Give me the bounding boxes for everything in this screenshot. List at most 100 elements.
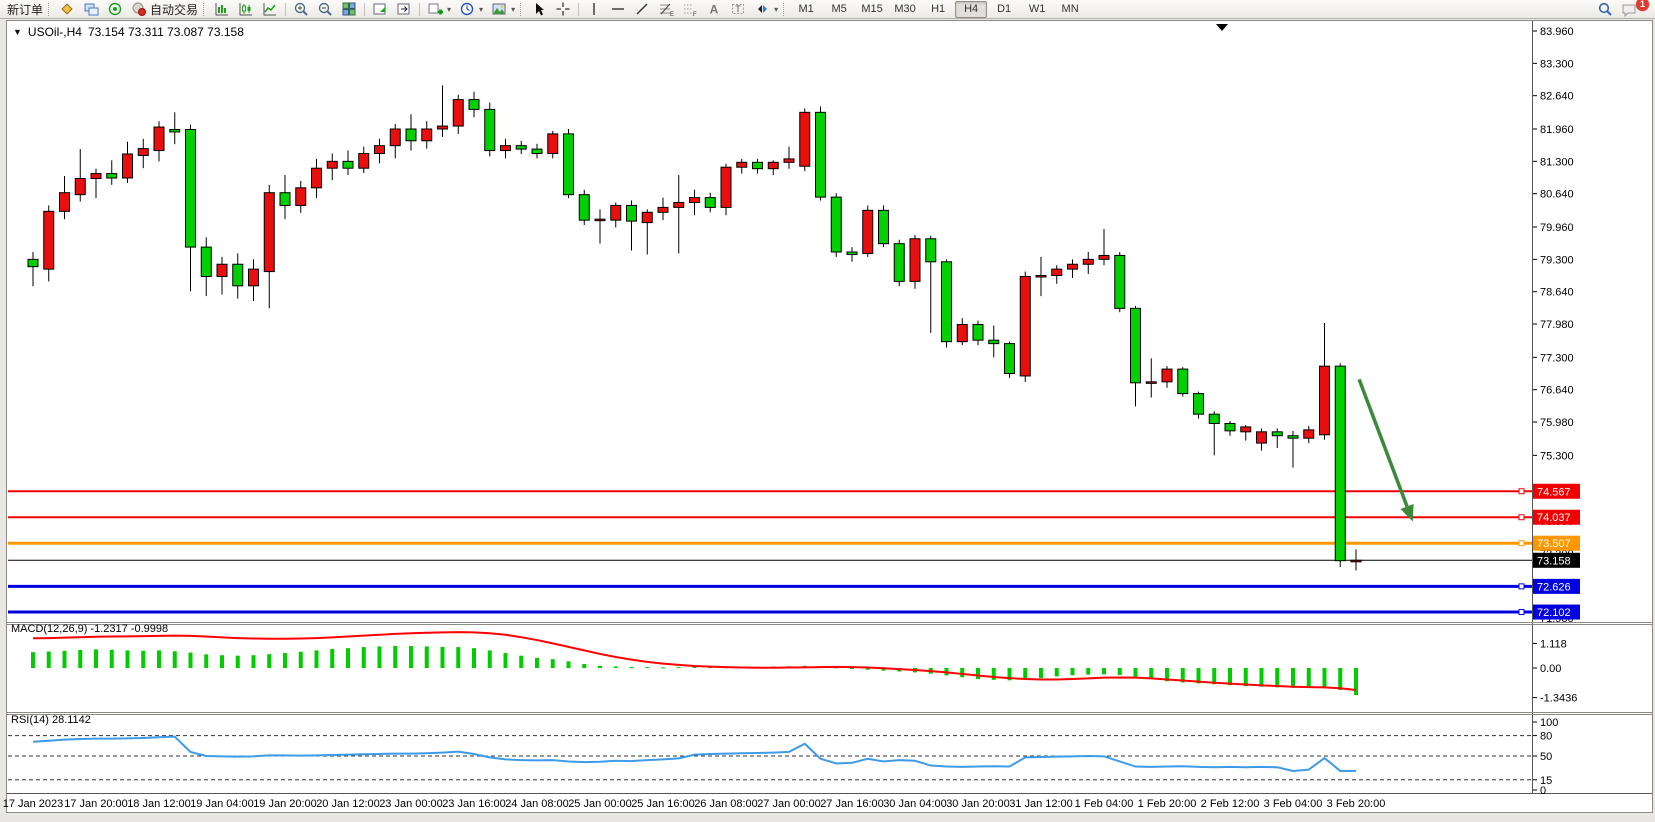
text-label-tool-button[interactable]: T <box>726 1 750 18</box>
crosshair-tool-button[interactable] <box>551 1 575 18</box>
fibonacci-icon: E <box>658 1 674 17</box>
timeframe-D1[interactable]: D1 <box>988 1 1020 18</box>
timeframe-H1[interactable]: H1 <box>922 1 954 18</box>
period-caret[interactable]: ▾ <box>479 5 483 14</box>
svg-text:3 Feb 04:00: 3 Feb 04:00 <box>1264 798 1323 810</box>
svg-text:17 Jan 2023: 17 Jan 2023 <box>3 798 64 810</box>
fibonacci-tool-button[interactable]: E <box>654 1 678 18</box>
vertical-line-tool-button[interactable] <box>582 1 606 18</box>
trendline-tool-button[interactable] <box>630 1 654 18</box>
symbol-dropdown-icon[interactable]: ▼ <box>13 27 22 37</box>
svg-text:24 Jan 08:00: 24 Jan 08:00 <box>505 798 569 810</box>
text-tool-button[interactable]: A <box>702 1 726 18</box>
notification-badge: 1 <box>1636 0 1649 11</box>
svg-text:79.960: 79.960 <box>1540 222 1574 234</box>
candlestick-chart-icon <box>238 1 254 17</box>
toolbar-separator <box>364 3 365 16</box>
price-chart-svg[interactable]: 83.96083.30082.64081.96081.30080.64079.9… <box>0 0 1655 822</box>
toolbar-separator <box>578 3 579 16</box>
zoom-out-button[interactable] <box>313 1 337 18</box>
notifications-button[interactable]: 1 <box>1617 1 1642 18</box>
search-icon <box>1597 1 1613 17</box>
tile-windows-button[interactable] <box>337 1 361 18</box>
rsi-indicator-label: RSI(14) 28.1142 <box>11 714 91 726</box>
svg-text:-1.3436: -1.3436 <box>1540 693 1577 705</box>
add-indicator-caret[interactable]: ▾ <box>447 5 451 14</box>
market-watch-button[interactable] <box>103 1 127 18</box>
template-caret[interactable]: ▾ <box>511 5 515 14</box>
svg-text:77.300: 77.300 <box>1540 352 1574 364</box>
toolbar: 新订单 自动交易 <box>0 0 1655 19</box>
svg-text:75.300: 75.300 <box>1540 450 1574 462</box>
candlestick-mode-button[interactable] <box>234 1 258 18</box>
profile-button[interactable] <box>55 1 79 18</box>
svg-text:81.960: 81.960 <box>1540 124 1574 136</box>
timeframe-M30[interactable]: M30 <box>889 1 921 18</box>
svg-text:2 Feb 12:00: 2 Feb 12:00 <box>1201 798 1260 810</box>
arrows-caret[interactable]: ▾ <box>774 5 778 14</box>
search-button[interactable] <box>1593 1 1617 18</box>
new-order-button[interactable]: 新订单 <box>3 1 47 18</box>
clock-icon <box>459 1 475 17</box>
text-tool-icon: A <box>706 1 722 17</box>
fibonacci-fan-tool-button[interactable]: F <box>678 1 702 18</box>
timeframe-M5[interactable]: M5 <box>823 1 855 18</box>
toolbar-grip <box>783 3 787 16</box>
timeframe-MN[interactable]: MN <box>1054 1 1086 18</box>
period-button[interactable]: ▾ <box>455 1 487 18</box>
line-chart-mode-button[interactable] <box>258 1 282 18</box>
autotrading-icon <box>131 1 147 17</box>
svg-text:17 Jan 20:00: 17 Jan 20:00 <box>64 798 128 810</box>
toolbar-separator <box>419 3 420 16</box>
autotrading-label: 自动交易 <box>150 1 198 18</box>
svg-text:30 Jan 20:00: 30 Jan 20:00 <box>946 798 1010 810</box>
toolbar-grip <box>520 3 524 16</box>
template-button[interactable]: ▾ <box>487 1 519 18</box>
arrows-tool-button[interactable]: ▾ <box>750 1 782 18</box>
zoom-in-button[interactable] <box>289 1 313 18</box>
svg-text:50: 50 <box>1540 751 1552 763</box>
timeframe-M1[interactable]: M1 <box>790 1 822 18</box>
auto-arrange-button[interactable] <box>368 1 392 18</box>
cursor-tool-button[interactable] <box>527 1 551 18</box>
svg-text:A: A <box>710 3 719 17</box>
horizontal-line-tool-button[interactable] <box>606 1 630 18</box>
date-axis[interactable]: 17 Jan 202317 Jan 20:0018 Jan 12:0019 Ja… <box>3 798 1386 810</box>
svg-text:26 Jan 08:00: 26 Jan 08:00 <box>694 798 758 810</box>
macd-indicator-label: MACD(12,26,9) -1.2317 -0.9998 <box>11 623 168 635</box>
text-label-icon: T <box>730 1 746 17</box>
toolbar-separator <box>285 3 286 16</box>
toolbar-grip <box>48 3 52 16</box>
svg-text:23 Jan 00:00: 23 Jan 00:00 <box>379 798 443 810</box>
market-watch-icon <box>107 1 123 17</box>
zoom-out-icon <box>317 1 333 17</box>
timeframe-H4[interactable]: H4 <box>955 1 987 18</box>
profile-icon <box>59 1 75 17</box>
autotrading-button[interactable]: 自动交易 <box>127 1 202 18</box>
svg-text:83.960: 83.960 <box>1540 26 1574 38</box>
timeframe-M15[interactable]: M15 <box>856 1 888 18</box>
timeframe-W1[interactable]: W1 <box>1021 1 1053 18</box>
svg-text:20 Jan 12:00: 20 Jan 12:00 <box>316 798 380 810</box>
chart-shift-button[interactable] <box>392 1 416 18</box>
new-order-label: 新订单 <box>7 1 43 18</box>
svg-text:30 Jan 04:00: 30 Jan 04:00 <box>883 798 947 810</box>
svg-text:E: E <box>670 12 674 17</box>
tile-windows-icon <box>341 1 357 17</box>
svg-text:1 Feb 20:00: 1 Feb 20:00 <box>1138 798 1197 810</box>
bar-chart-mode-button[interactable] <box>210 1 234 18</box>
timeframe-group: M1M5M15M30H1H4D1W1MN <box>790 1 1086 18</box>
bar-chart-icon <box>214 1 230 17</box>
fibonacci-fan-icon: F <box>682 1 698 17</box>
svg-text:83.300: 83.300 <box>1540 58 1574 70</box>
svg-text:25 Jan 16:00: 25 Jan 16:00 <box>631 798 695 810</box>
svg-text:0.00: 0.00 <box>1540 663 1561 675</box>
charts-window-button[interactable] <box>79 1 103 18</box>
crosshair-icon <box>555 1 571 17</box>
add-indicator-button[interactable]: ▾ <box>423 1 455 18</box>
svg-text:80.640: 80.640 <box>1540 189 1574 201</box>
svg-text:76.640: 76.640 <box>1540 385 1574 397</box>
svg-text:77.980: 77.980 <box>1540 319 1574 331</box>
vertical-line-icon <box>586 1 602 17</box>
arrows-icon <box>754 1 770 17</box>
